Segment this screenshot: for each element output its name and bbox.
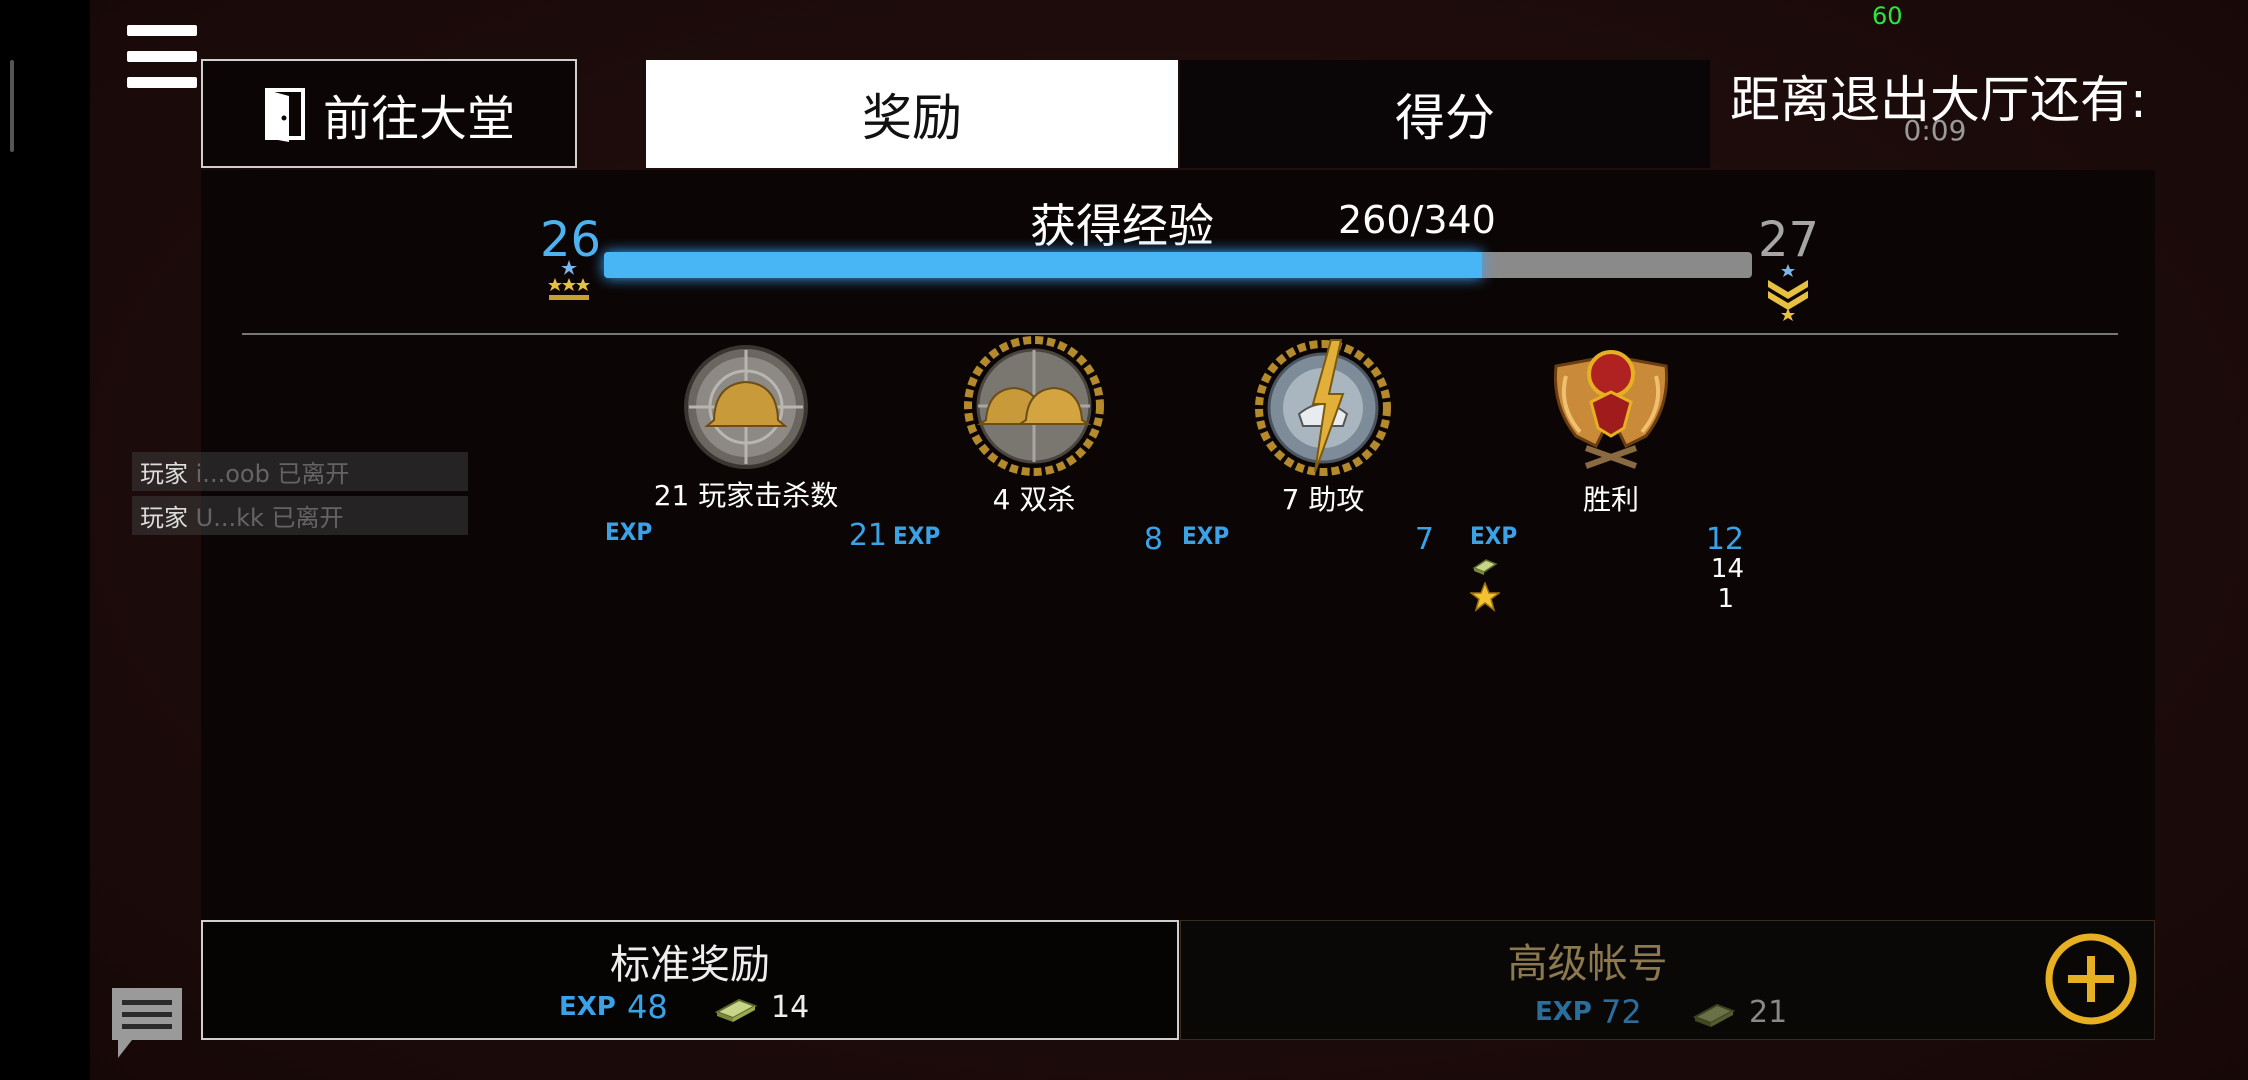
award-label: 胜利 bbox=[1582, 483, 1639, 516]
tab-score[interactable]: 得分 bbox=[1180, 60, 1710, 168]
divider bbox=[242, 333, 2118, 335]
award-assist: 7 助攻 EXP 7 bbox=[1178, 339, 1468, 557]
menu-icon[interactable] bbox=[127, 25, 197, 89]
standard-reward-title: 标准奖励 bbox=[610, 942, 770, 988]
exp-tag: EXP bbox=[1470, 522, 1518, 550]
go-to-lobby-button[interactable]: 前往大堂 bbox=[201, 59, 577, 168]
exp-tag: EXP bbox=[1182, 522, 1230, 550]
standard-exp-value: 48 bbox=[627, 988, 668, 1026]
award-label: 4 双杀 bbox=[992, 483, 1076, 516]
rank-current-icon bbox=[548, 260, 590, 300]
chat-line: 玩家 i...oob 已离开 bbox=[132, 452, 468, 491]
award-star-value: 1 bbox=[1717, 584, 1734, 614]
award-exp-value: 8 bbox=[1143, 522, 1163, 557]
award-exp-value: 12 bbox=[1705, 522, 1744, 557]
award-kills: 21 玩家击杀数 EXP 21 bbox=[601, 342, 891, 553]
award-victory: 胜利 EXP 12 14 1 bbox=[1466, 342, 1756, 614]
double-helmet-medal-icon bbox=[964, 336, 1104, 476]
add-premium-button[interactable] bbox=[2044, 932, 2138, 1026]
rank-next-icon bbox=[1768, 264, 1808, 321]
chat-log: 玩家 i...oob 已离开 玩家 U...kk 已离开 bbox=[132, 452, 468, 540]
door-icon bbox=[264, 87, 305, 142]
money-icon bbox=[1472, 559, 1498, 575]
chat-icon[interactable] bbox=[108, 984, 186, 1064]
exp-tag: EXP bbox=[893, 522, 941, 550]
fps-counter: 60 bbox=[1872, 2, 1903, 30]
edge-handle bbox=[10, 60, 14, 152]
exp-tag: EXP bbox=[1535, 997, 1592, 1027]
tab-reward[interactable]: 奖励 bbox=[646, 60, 1178, 168]
award-double-kill: 4 双杀 EXP 8 bbox=[889, 336, 1179, 557]
assist-medal-icon bbox=[1255, 339, 1391, 476]
exp-title: 获得经验 bbox=[1030, 199, 1214, 253]
money-icon bbox=[1693, 1003, 1735, 1027]
lobby-label: 前往大堂 bbox=[322, 90, 515, 147]
award-label: 7 助攻 bbox=[1281, 483, 1365, 516]
exp-tag: EXP bbox=[559, 992, 616, 1022]
premium-account-title: 高级帐号 bbox=[1507, 941, 1668, 987]
next-level: 27 bbox=[1758, 212, 1820, 268]
exp-count: 260/340 bbox=[1338, 198, 1496, 242]
award-label: 21 玩家击杀数 bbox=[653, 479, 839, 512]
exp-progress-bar bbox=[604, 252, 1752, 278]
standard-money-value: 14 bbox=[771, 990, 810, 1025]
premium-exp-value: 72 bbox=[1601, 993, 1642, 1031]
victory-eagle-icon bbox=[1553, 350, 1669, 469]
chat-line: 玩家 U...kk 已离开 bbox=[132, 496, 468, 535]
helmet-medal-icon bbox=[684, 345, 808, 469]
premium-money-value: 21 bbox=[1749, 995, 1788, 1030]
money-icon bbox=[715, 998, 757, 1022]
exit-countdown-time: 0:09 bbox=[1903, 114, 1967, 147]
premium-account-box[interactable]: 高级帐号 EXP 72 21 bbox=[1180, 920, 2155, 1040]
award-exp-value: 21 bbox=[848, 518, 887, 553]
standard-reward-box: 标准奖励 EXP 48 14 bbox=[201, 920, 1179, 1040]
exp-tag: EXP bbox=[605, 518, 653, 546]
star-icon bbox=[1470, 582, 1500, 612]
award-exp-value: 7 bbox=[1414, 522, 1434, 557]
award-money-value: 14 bbox=[1710, 554, 1744, 584]
exp-progress-fill bbox=[604, 252, 1483, 278]
